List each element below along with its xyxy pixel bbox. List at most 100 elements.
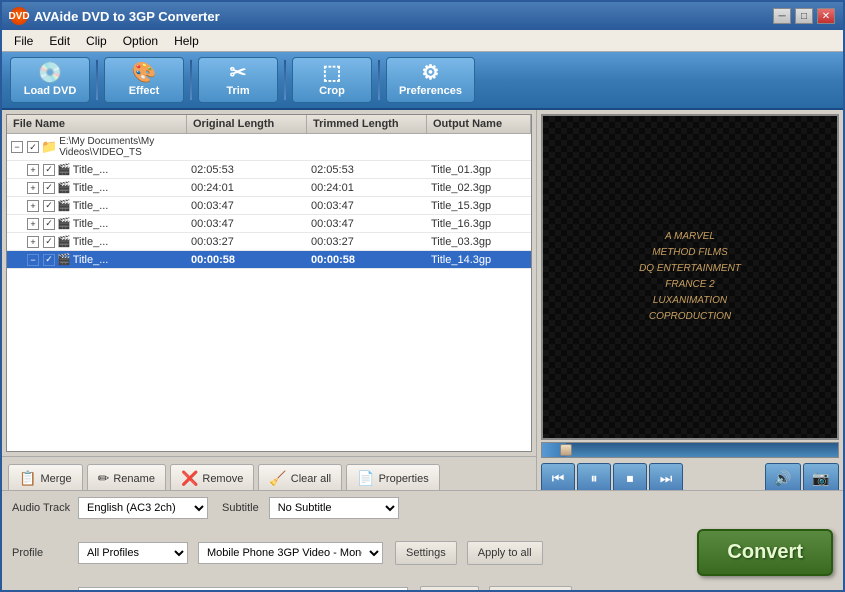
open-folder-button[interactable]: Open Folder (489, 586, 572, 592)
row-checkbox[interactable]: ✓ (43, 236, 55, 248)
toolbar-trim[interactable]: ✂ Trim (198, 57, 278, 103)
row-trimmed: 00:00:58 (307, 251, 427, 268)
title-bar-left: DVD AVAide DVD to 3GP Converter (10, 7, 220, 25)
row-output: Title_02.3gp (427, 179, 531, 196)
file-table-body: − ✓ 📁 E:\My Documents\My Videos\VIDEO_TS… (7, 134, 531, 448)
seek-bar[interactable] (541, 442, 839, 458)
row-output: Title_01.3gp (427, 161, 531, 178)
row-checkbox[interactable]: ✓ (43, 200, 55, 212)
clear-icon: 🧹 (269, 470, 286, 487)
app-title: AVAide DVD to 3GP Converter (34, 9, 220, 24)
remove-button[interactable]: ❌ Remove (170, 464, 254, 494)
row-trimmed: 00:03:27 (307, 233, 427, 250)
profile-label: Profile (12, 547, 72, 559)
table-row[interactable]: + ✓ 🎬 Title_... 00:03:47 00:03:47 Title_… (7, 197, 531, 215)
settings-button[interactable]: Settings (395, 541, 457, 565)
rename-button[interactable]: ✏ Rename (87, 464, 166, 494)
menu-option[interactable]: Option (115, 32, 166, 50)
row-original: 00:00:58 (187, 251, 307, 268)
effect-icon: 🎨 (132, 63, 157, 83)
properties-button[interactable]: 📄 Properties (346, 464, 440, 494)
row-filename: − ✓ 🎬 Title_... (7, 251, 187, 268)
stop-button[interactable]: ⏹ (613, 463, 647, 493)
preview-overlay-text: A MARVEL METHOD FILMS DQ ENTERTAINMENT F… (639, 229, 741, 325)
left-panel: File Name Original Length Trimmed Length… (2, 110, 537, 500)
right-panel: A MARVEL METHOD FILMS DQ ENTERTAINMENT F… (537, 110, 843, 500)
toolbar-crop[interactable]: ⬚ Crop (292, 57, 372, 103)
expand-icon[interactable]: − (11, 141, 23, 153)
skip-back-button[interactable]: ⏮ (541, 463, 575, 493)
toolbar-load-dvd-label: Load DVD (24, 85, 77, 97)
convert-button[interactable]: Convert (697, 529, 833, 576)
camera-button[interactable]: 📷 (803, 463, 839, 493)
expand-icon[interactable]: + (27, 218, 39, 230)
profile-select[interactable]: All Profiles (78, 542, 188, 564)
menu-edit[interactable]: Edit (41, 32, 78, 50)
audio-subtitle-row: Audio Track English (AC3 2ch) Subtitle N… (12, 497, 833, 519)
toolbar-sep-1 (96, 60, 98, 100)
expand-icon[interactable]: + (27, 200, 39, 212)
row-checkbox[interactable]: ✓ (43, 182, 55, 194)
expand-icon[interactable]: + (27, 164, 39, 176)
expand-icon[interactable]: + (27, 236, 39, 248)
restore-button[interactable]: □ (795, 8, 813, 24)
toolbar: 💿 Load DVD 🎨 Effect ✂ Trim ⬚ Crop ⚙ Pref… (2, 52, 843, 110)
toolbar-crop-label: Crop (319, 85, 345, 97)
apply-to-all-button[interactable]: Apply to all (467, 541, 543, 565)
row-output: Title_15.3gp (427, 197, 531, 214)
row-trimmed: 00:03:47 (307, 215, 427, 232)
toolbar-load-dvd[interactable]: 💿 Load DVD (10, 57, 90, 103)
toolbar-preferences[interactable]: ⚙ Preferences (386, 57, 475, 103)
expand-icon[interactable]: − (27, 254, 39, 266)
table-row[interactable]: + ✓ 🎬 Title_... 00:03:47 00:03:47 Title_… (7, 215, 531, 233)
close-button[interactable]: ✕ (817, 8, 835, 24)
toolbar-preferences-label: Preferences (399, 85, 462, 97)
preview-area: A MARVEL METHOD FILMS DQ ENTERTAINMENT F… (541, 114, 839, 440)
row-checkbox[interactable]: ✓ (43, 254, 55, 266)
toolbar-effect-label: Effect (129, 85, 160, 97)
row-checkbox[interactable]: ✓ (43, 164, 55, 176)
table-row[interactable]: − ✓ 🎬 Title_... 00:00:58 00:00:58 Title_… (7, 251, 531, 269)
row-original (187, 134, 307, 160)
file-icon: 🎬 (57, 235, 71, 248)
row-checkbox[interactable]: ✓ (27, 141, 39, 153)
destination-row: Destination Browse Open Folder (12, 586, 833, 592)
profile-format-select[interactable]: Mobile Phone 3GP Video - Mono (198, 542, 383, 564)
volume-button[interactable]: 🔊 (765, 463, 801, 493)
row-original: 00:03:47 (187, 215, 307, 232)
play-pause-button[interactable]: ⏸ (577, 463, 611, 493)
menu-help[interactable]: Help (166, 32, 207, 50)
toolbar-effect[interactable]: 🎨 Effect (104, 57, 184, 103)
subtitle-select[interactable]: No Subtitle (269, 497, 399, 519)
main-content: File Name Original Length Trimmed Length… (2, 110, 843, 500)
col-trimmed-length: Trimmed Length (307, 115, 427, 133)
row-trimmed (307, 134, 427, 160)
audio-track-select[interactable]: English (AC3 2ch) (78, 497, 208, 519)
seek-thumb[interactable] (560, 444, 572, 456)
skip-forward-button[interactable]: ⏭ (649, 463, 683, 493)
table-row[interactable]: − ✓ 📁 E:\My Documents\My Videos\VIDEO_TS (7, 134, 531, 161)
col-original-length: Original Length (187, 115, 307, 133)
expand-icon[interactable]: + (27, 182, 39, 194)
menu-bar: File Edit Clip Option Help (2, 30, 843, 52)
row-filename: + ✓ 🎬 Title_... (7, 215, 187, 232)
preview-content: A MARVEL METHOD FILMS DQ ENTERTAINMENT F… (543, 116, 837, 438)
trim-icon: ✂ (230, 63, 247, 83)
menu-file[interactable]: File (6, 32, 41, 50)
row-checkbox[interactable]: ✓ (43, 218, 55, 230)
menu-clip[interactable]: Clip (78, 32, 115, 50)
preferences-icon: ⚙ (422, 63, 440, 83)
title-bar-controls: ─ □ ✕ (773, 8, 835, 24)
clear-all-button[interactable]: 🧹 Clear all (258, 464, 342, 494)
row-original: 00:03:47 (187, 197, 307, 214)
table-row[interactable]: + ✓ 🎬 Title_... 00:03:27 00:03:27 Title_… (7, 233, 531, 251)
table-row[interactable]: + ✓ 🎬 Title_... 02:05:53 02:05:53 Title_… (7, 161, 531, 179)
merge-button[interactable]: 📋 Merge (8, 464, 83, 494)
title-bar: DVD AVAide DVD to 3GP Converter ─ □ ✕ (2, 2, 843, 30)
destination-input[interactable] (78, 587, 408, 592)
browse-button[interactable]: Browse (420, 586, 479, 592)
minimize-button[interactable]: ─ (773, 8, 791, 24)
file-icon: 🎬 (57, 163, 71, 176)
remove-icon: ❌ (181, 470, 198, 487)
table-row[interactable]: + ✓ 🎬 Title_... 00:24:01 00:24:01 Title_… (7, 179, 531, 197)
